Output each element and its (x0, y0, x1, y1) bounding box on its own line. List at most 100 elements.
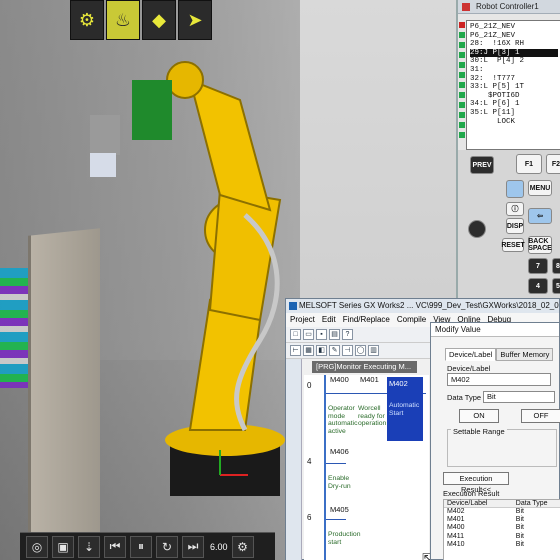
program-line[interactable]: 33:L P[5] 1T (470, 83, 558, 92)
key-5[interactable]: 5 (552, 278, 560, 294)
f1-key[interactable]: F1 (516, 154, 542, 174)
open-icon[interactable]: ▭ (303, 329, 314, 340)
grid-icon[interactable]: ▦ (303, 345, 314, 356)
contact-icon[interactable]: ⊣ (342, 345, 353, 356)
contact-m400[interactable]: M400 (330, 375, 349, 384)
menu-key[interactable]: MENU (528, 180, 552, 196)
modify-value-dialog: Modify Value Device/Label Buffer Memory … (430, 322, 560, 560)
select-key[interactable] (506, 180, 524, 198)
device-input[interactable]: M402 (447, 373, 551, 386)
write-icon[interactable]: ✎ (329, 345, 340, 356)
green-tool (132, 80, 172, 140)
table-row[interactable]: M411 Bit (444, 533, 560, 541)
dialog-title[interactable]: Modify Value (431, 323, 559, 337)
program-line[interactable]: 30:L P[4] 2 (470, 57, 558, 66)
column-header[interactable]: Device/Label (444, 500, 513, 507)
led (459, 112, 465, 118)
help-icon[interactable]: ? (342, 329, 353, 340)
monitor-icon[interactable]: ◧ (316, 345, 327, 356)
table-row[interactable]: M400 Bit (444, 524, 560, 532)
ladder-icon[interactable]: ⊢ (290, 345, 301, 356)
step-number: 6 (307, 513, 312, 522)
held-part (90, 153, 116, 177)
print-icon[interactable]: ▤ (329, 329, 340, 340)
program-line[interactable]: LOCK (470, 118, 558, 127)
emergency-stop-icon[interactable] (468, 220, 486, 238)
contact-m405[interactable]: M405 (330, 505, 349, 514)
navigation-strip[interactable] (286, 359, 302, 560)
save-icon[interactable]: ▪ (316, 329, 327, 340)
led (459, 92, 465, 98)
device-icon[interactable]: ▥ (368, 345, 379, 356)
skip-forward-icon[interactable]: ⏭ (182, 535, 204, 558)
table-row[interactable]: M402 Bit (444, 508, 560, 516)
down-arrow-icon[interactable]: ⇣ (78, 535, 100, 558)
info-key[interactable]: ⓘ (506, 202, 524, 216)
program-line[interactable]: 28: !16X RH (470, 40, 558, 49)
program-line[interactable]: P6_21Z_NEV (470, 32, 558, 41)
coil-icon[interactable]: ◯ (355, 345, 366, 356)
shape-icon[interactable]: ◆ (142, 0, 176, 40)
teach-pendant-screen[interactable]: P6_21Z_NEV P6_21Z_NEV 28: !16X RH 29:J P[3]… (466, 20, 560, 150)
contact-label: M402 (389, 379, 408, 388)
key-4[interactable]: 4 (528, 278, 548, 294)
column-header[interactable]: Data Type (513, 500, 560, 507)
contact-m406[interactable]: M406 (330, 447, 349, 456)
robot-arm[interactable] (70, 20, 310, 500)
table-row[interactable]: M401 Bit (444, 516, 560, 524)
contact-label: M406 (330, 447, 349, 456)
execution-result-button[interactable]: Execution Result<< (443, 472, 509, 494)
tab-device-label[interactable]: Device/Label (445, 348, 497, 361)
off-button[interactable]: OFF (521, 409, 560, 423)
new-icon[interactable]: □ (290, 329, 301, 340)
backspace-key[interactable]: BACK SPACE (528, 236, 552, 254)
prev-key[interactable]: PREV (470, 156, 494, 174)
disp-key[interactable]: DISP (506, 218, 524, 234)
upper-arm (188, 78, 272, 212)
menu-project[interactable]: Project (290, 313, 315, 327)
skip-back-icon[interactable]: ⏮ (104, 535, 126, 558)
menu-find-replace[interactable]: Find/Replace (343, 313, 390, 327)
contact-m402-selected[interactable]: M402 Automatic Start (387, 377, 423, 441)
program-line[interactable]: 34:L P[6] 1 (470, 100, 558, 109)
menu-compile[interactable]: Compile (397, 313, 426, 327)
left-arrow-key[interactable]: ⇦ (528, 208, 552, 224)
device-comment: Automatic Start (389, 402, 420, 417)
tab-buffer-memory[interactable]: Buffer Memory (496, 348, 554, 361)
program-line[interactable]: 29:J P[3] 1 (470, 48, 558, 58)
device-comment: Enable Dry-run (328, 475, 351, 490)
reset-key[interactable]: RESET (501, 238, 525, 252)
pause-icon[interactable]: ⏸ (130, 535, 152, 558)
on-button[interactable]: ON (459, 409, 499, 423)
reload-icon[interactable]: ↻ (156, 535, 178, 558)
step-number: 0 (307, 381, 312, 390)
lower-arm (188, 298, 262, 431)
program-line[interactable]: 32: !T777 (470, 75, 558, 84)
ladder-editor[interactable]: 0 4 6 M400 M401 M402 Automatic Start Ope… (304, 375, 432, 560)
target-icon[interactable]: ◎ (26, 535, 48, 558)
robot-controller-window: Robot Controller1 P6_21Z_NEV P6_21Z_NEV 28… (456, 0, 560, 300)
table-header: Device/Label Data Type (444, 500, 560, 508)
window-titlebar[interactable]: MELSOFT Series GX Works2 ... VC\999_Dev_… (286, 299, 559, 313)
gear-icon[interactable]: ⚙ (231, 535, 254, 558)
contact-m401[interactable]: M401 (360, 375, 379, 384)
playback-bar: ◎ ▣ ⇣ ⏮ ⏸ ↻ ⏭ 6.00 ⚙ (20, 532, 275, 560)
tab-program-monitor[interactable]: [PRG]Monitor Executing M... (312, 361, 417, 373)
execution-result-table[interactable]: Device/Label Data Type M402 Bit M401 Bit… (443, 499, 560, 560)
table-row[interactable]: M410 Bit (444, 541, 560, 549)
menu-edit[interactable]: Edit (322, 313, 336, 327)
program-line[interactable]: P6_21Z_NEV (470, 23, 558, 32)
speed-value[interactable]: 6.00 (210, 542, 228, 552)
f2-key[interactable]: F2 (546, 154, 560, 174)
spray-icon[interactable]: ♨ (106, 0, 140, 40)
camera-icon[interactable]: ▣ (52, 535, 74, 558)
program-line[interactable]: $POTI6D (470, 92, 558, 101)
key-8[interactable]: 8 (552, 258, 560, 274)
program-line[interactable]: 35:L P[11] (470, 109, 558, 118)
key-7[interactable]: 7 (528, 258, 548, 274)
cursor-icon[interactable]: ➤ (178, 0, 212, 40)
window-titlebar[interactable]: Robot Controller1 (458, 0, 560, 14)
program-line[interactable]: 31: (470, 66, 558, 75)
data-type-select[interactable]: Bit (483, 391, 555, 403)
nozzle-icon[interactable]: ⚙ (70, 0, 104, 40)
